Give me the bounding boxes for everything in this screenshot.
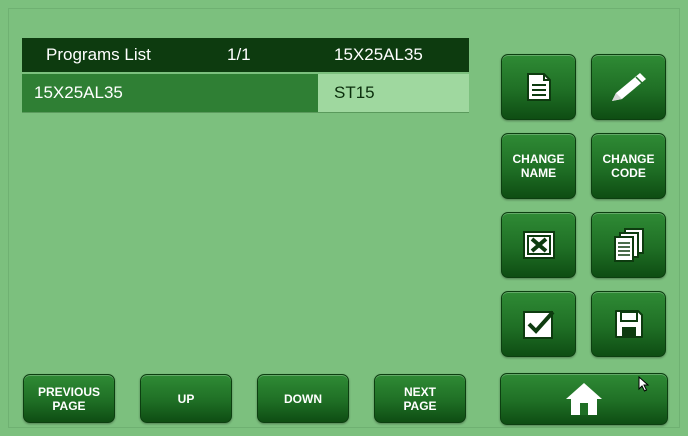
programs-list-header: Programs List 1/1 15X25AL35: [22, 38, 469, 72]
programs-list-title: Programs List: [46, 45, 151, 64]
change-code-label: CHANGE CODE: [602, 152, 655, 180]
pencil-icon: [608, 69, 650, 105]
new-program-button[interactable]: [501, 54, 576, 120]
floppy-disk-icon: [613, 308, 645, 340]
change-name-button[interactable]: CHANGE NAME: [501, 133, 576, 199]
save-button[interactable]: [591, 291, 666, 357]
home-icon: [564, 381, 604, 417]
confirm-button[interactable]: [501, 291, 576, 357]
mouse-cursor-icon: [638, 375, 650, 397]
change-name-label: CHANGE NAME: [512, 152, 565, 180]
copy-program-button[interactable]: [591, 212, 666, 278]
checkmark-icon: [522, 308, 556, 340]
programs-list-empty-area: [22, 113, 469, 358]
page-indicator: 1/1: [227, 45, 251, 64]
delete-program-button[interactable]: [501, 212, 576, 278]
change-code-button[interactable]: CHANGE CODE: [591, 133, 666, 199]
down-button[interactable]: DOWN: [257, 374, 349, 423]
up-button[interactable]: UP: [140, 374, 232, 423]
program-name-cell[interactable]: 15X25AL35: [22, 74, 318, 112]
copy-documents-icon: [613, 227, 645, 263]
next-page-label: NEXT PAGE: [403, 384, 437, 413]
program-code-cell[interactable]: ST15: [318, 74, 469, 112]
previous-page-button[interactable]: PREVIOUS PAGE: [23, 374, 115, 423]
previous-page-label: PREVIOUS PAGE: [37, 384, 100, 413]
down-label: DOWN: [284, 391, 322, 406]
program-row[interactable]: 15X25AL35 ST15: [22, 74, 469, 113]
edit-program-button[interactable]: [591, 54, 666, 120]
up-label: UP: [177, 391, 195, 406]
next-page-button[interactable]: NEXT PAGE: [374, 374, 466, 423]
selected-program-code: 15X25AL35: [334, 45, 423, 64]
delete-x-icon: [522, 230, 556, 260]
document-icon: [526, 72, 552, 102]
